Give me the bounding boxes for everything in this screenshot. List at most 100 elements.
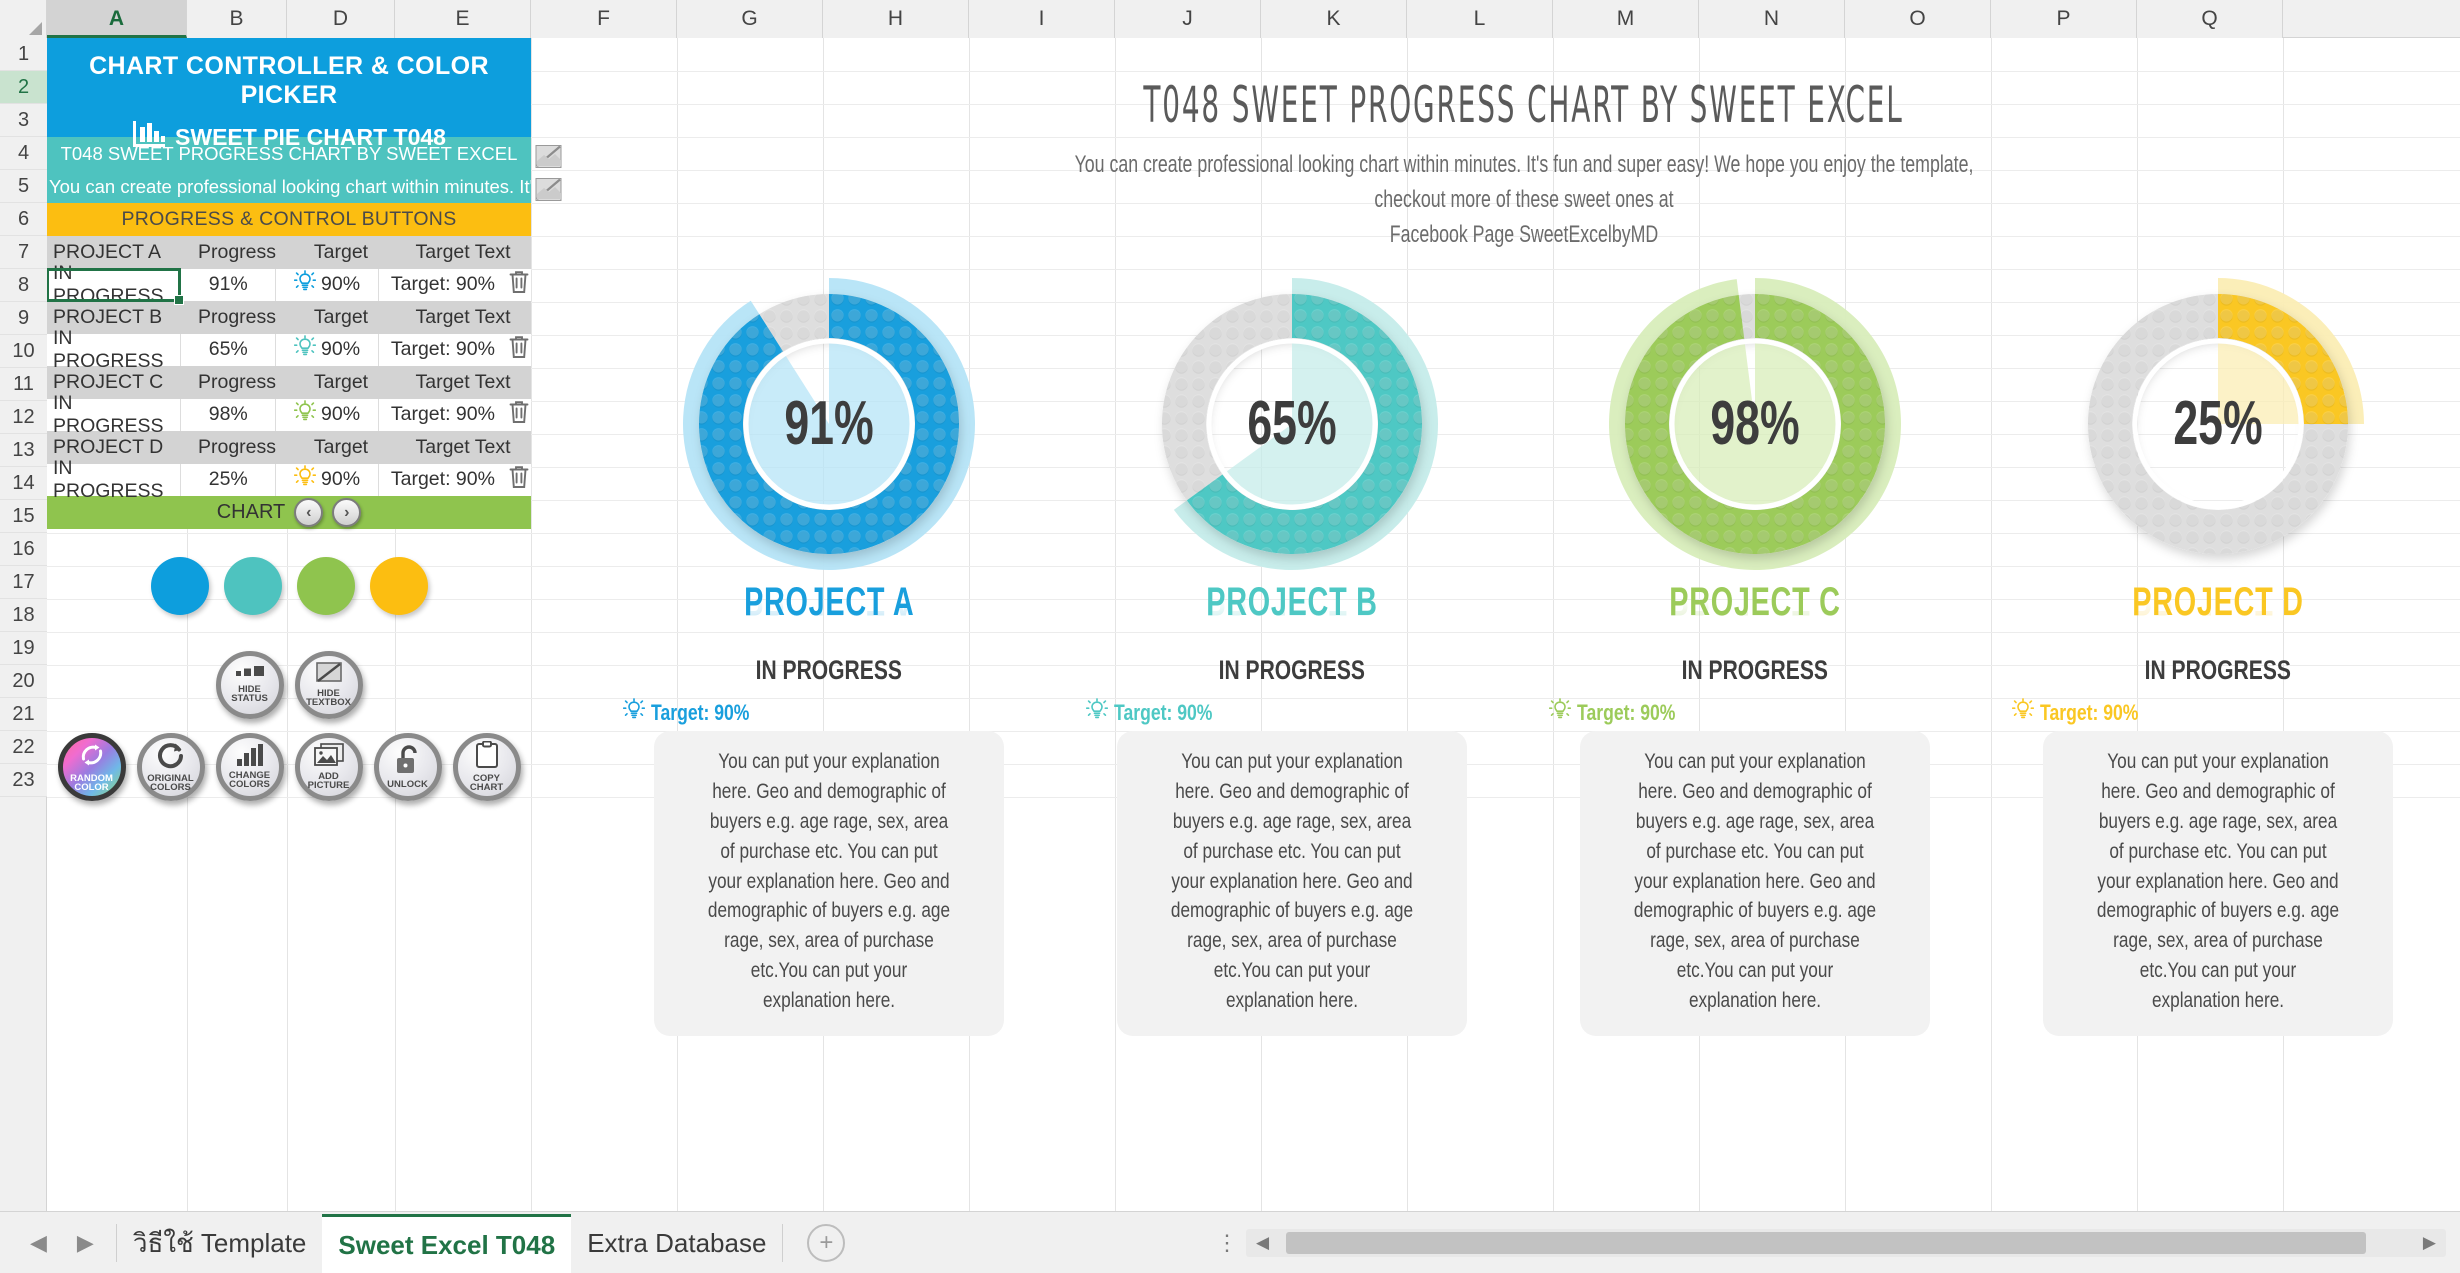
column-header-n[interactable]: N [1699, 0, 1845, 38]
row-header-10[interactable]: 10 [0, 335, 47, 368]
unlock-button[interactable]: UNLOCK [373, 733, 442, 801]
row-header-9[interactable]: 9 [0, 302, 47, 335]
project-target-text-cell[interactable]: Target: 90% [377, 268, 507, 301]
row-header-2[interactable]: 2 [0, 71, 47, 104]
row-header-14[interactable]: 14 [0, 467, 47, 500]
column-header-o[interactable]: O [1845, 0, 1991, 38]
column-header-row: ABDEFGHIJKLMNOPQ [0, 0, 2460, 38]
project-progress-cell[interactable]: 91% [180, 268, 275, 301]
row-header-4[interactable]: 4 [0, 137, 47, 170]
project-progress-cell[interactable]: 98% [180, 398, 275, 431]
sheet-nav-arrows: ◀ ▶ [0, 1230, 116, 1256]
copy-chart-button[interactable]: COPY CHART [452, 733, 521, 801]
row-header-11[interactable]: 11 [0, 368, 47, 401]
scrollbar-thumb[interactable] [1286, 1232, 2366, 1254]
progress-column-header: Progress [197, 240, 277, 263]
row-header-1[interactable]: 1 [0, 38, 47, 71]
original-colors-button[interactable]: ORIGINAL COLORS [136, 733, 205, 801]
chart-prev-button[interactable]: ‹ [294, 498, 324, 527]
row-header-7[interactable]: 7 [0, 236, 47, 269]
row-header-12[interactable]: 12 [0, 401, 47, 434]
progress-cards: 91% PROJECT A PROJECT A IN PROGRESS Target:… [587, 274, 2460, 1036]
column-header-b[interactable]: B [187, 0, 287, 38]
project-status-cell[interactable]: IN PROGRESS [47, 457, 180, 502]
project-target-text-cell[interactable]: Target: 90% [377, 398, 507, 431]
column-header-p[interactable]: P [1991, 0, 2137, 38]
scroll-right-arrow[interactable]: ▶ [2423, 1233, 2436, 1253]
sheet-prev-arrow[interactable]: ◀ [30, 1230, 47, 1256]
project-target-cell[interactable]: 90% [275, 268, 378, 301]
row-header-16[interactable]: 16 [0, 533, 47, 566]
row-header-21[interactable]: 21 [0, 698, 47, 731]
project-target-cell[interactable]: 90% [275, 333, 378, 366]
row-header-3[interactable]: 3 [0, 104, 47, 137]
column-header-l[interactable]: L [1407, 0, 1553, 38]
donut-value-label: 91% [784, 389, 873, 458]
column-header-f[interactable]: F [531, 0, 677, 38]
hide-textbox-button[interactable]: HIDE TEXTBOX [294, 651, 363, 719]
delete-project-button[interactable] [507, 399, 531, 432]
donut-value-label: 98% [1710, 389, 1799, 458]
row-header-5[interactable]: 5 [0, 170, 47, 203]
column-header-k[interactable]: K [1261, 0, 1407, 38]
project-target-text-cell[interactable]: Target: 90% [377, 463, 507, 496]
column-header-e[interactable]: E [395, 0, 531, 38]
sheet-tab[interactable]: Sweet Excel T048 [322, 1213, 572, 1273]
project-status-cell[interactable]: IN PROGRESS [47, 392, 180, 437]
change-colors-button[interactable]: CHANGE COLORS [215, 733, 284, 801]
edit-picture-icon[interactable] [535, 177, 562, 207]
more-options-icon[interactable]: ⋮ [1216, 1231, 1238, 1254]
project-status-cell[interactable]: IN PROGRESS [47, 262, 185, 307]
row-header-19[interactable]: 19 [0, 632, 47, 665]
project-table: PROJECT A Progress Target Target Text IN PRO… [47, 236, 531, 502]
row-header-18[interactable]: 18 [0, 599, 47, 632]
donut-chart: 91% [683, 278, 975, 571]
horizontal-scrollbar[interactable]: ◀ ▶ [1246, 1229, 2446, 1257]
progress-card: 25% PROJECT D PROJECT D IN PROGRESS Target:… [2011, 274, 2420, 1036]
row-header-6[interactable]: 6 [0, 203, 47, 236]
row-header-15[interactable]: 15 [0, 500, 47, 533]
column-header-q[interactable]: Q [2137, 0, 2283, 38]
column-header-h[interactable]: H [823, 0, 969, 38]
random-color-button[interactable]: RANDOM COLOR [57, 733, 126, 801]
sheet-next-arrow[interactable]: ▶ [77, 1230, 94, 1256]
edit-picture-icon[interactable] [535, 144, 562, 174]
row-header-22[interactable]: 22 [0, 731, 47, 764]
color-swatch-1[interactable] [150, 557, 209, 615]
add-picture-button[interactable]: ADD PICTURE [294, 733, 363, 801]
add-sheet-button[interactable]: + [807, 1223, 846, 1262]
trash-icon [507, 269, 531, 300]
delete-project-button[interactable] [507, 464, 531, 497]
delete-project-button[interactable] [507, 269, 531, 302]
project-status-cell[interactable]: IN PROGRESS [47, 327, 180, 372]
chart-next-button[interactable]: › [332, 498, 362, 527]
button-label: CHANGE COLORS [228, 769, 271, 791]
card-target-line: Target: 90% [2011, 698, 2163, 727]
select-all-corner[interactable] [0, 0, 47, 38]
sheet-tab[interactable]: Extra Database [571, 1214, 782, 1273]
project-progress-cell[interactable]: 65% [180, 333, 275, 366]
column-header-d[interactable]: D [287, 0, 395, 38]
project-target-cell[interactable]: 90% [275, 398, 378, 431]
row-header-20[interactable]: 20 [0, 665, 47, 698]
project-target-text-cell[interactable]: Target: 90% [377, 333, 507, 366]
sheet-tab[interactable]: วิธีใช้ Template [117, 1214, 323, 1273]
delete-project-button[interactable] [507, 334, 531, 367]
row-header-17[interactable]: 17 [0, 566, 47, 599]
column-header-m[interactable]: M [1553, 0, 1699, 38]
color-swatch-3[interactable] [296, 557, 355, 615]
hide-status-button[interactable]: HIDE STATUS [215, 651, 284, 719]
project-progress-cell[interactable]: 25% [180, 463, 275, 496]
column-header-a[interactable]: A [47, 0, 187, 38]
project-target-cell[interactable]: 90% [275, 463, 378, 496]
row-header-13[interactable]: 13 [0, 434, 47, 467]
color-swatch-2[interactable] [223, 557, 282, 615]
scroll-left-arrow[interactable]: ◀ [1256, 1233, 1269, 1253]
color-swatch-4[interactable] [369, 557, 428, 615]
card-project-name-reflection: PROJECT B [1206, 597, 1378, 624]
column-header-i[interactable]: I [969, 0, 1115, 38]
row-header-23[interactable]: 23 [0, 764, 47, 797]
row-header-8[interactable]: 8 [0, 269, 47, 302]
column-header-j[interactable]: J [1115, 0, 1261, 38]
column-header-g[interactable]: G [677, 0, 823, 38]
